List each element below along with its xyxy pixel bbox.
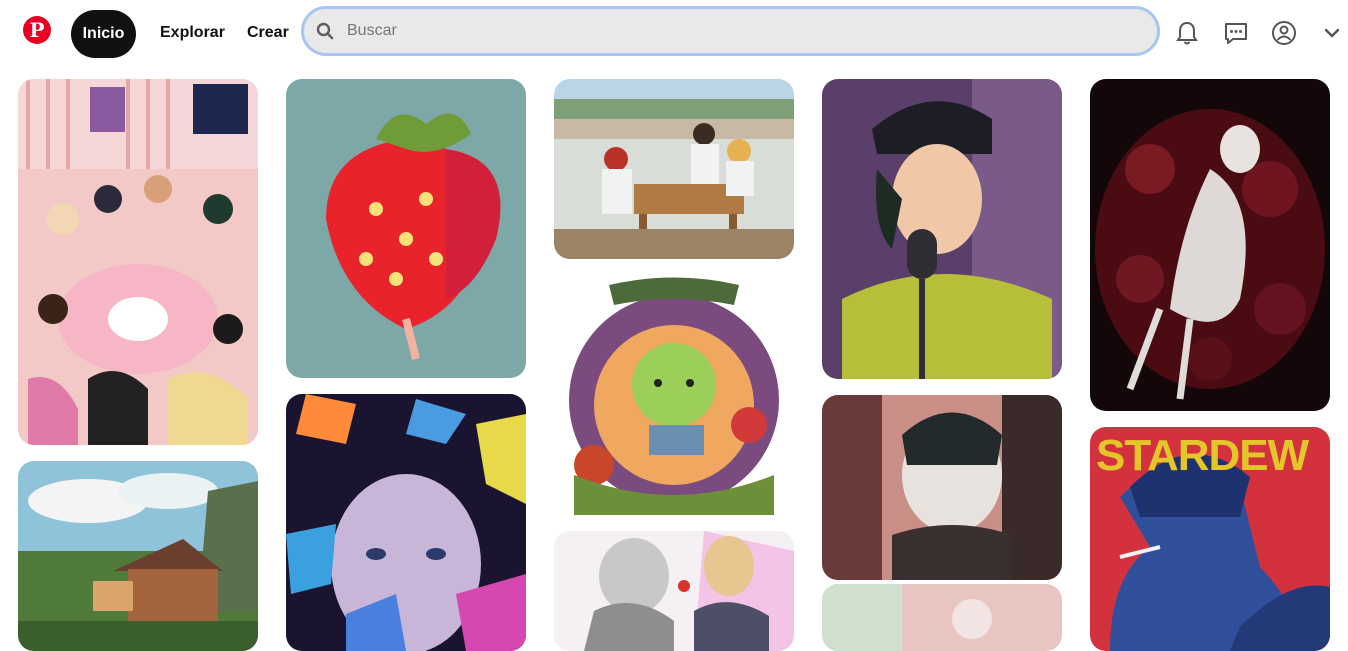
pin-image (822, 584, 1062, 651)
pin-image (554, 79, 794, 259)
pin-party-illustration[interactable] (18, 79, 258, 445)
pin-eyepatch-portrait[interactable] (822, 395, 1062, 580)
pin-title-stardew: STARDEW (1096, 431, 1309, 480)
pin-couple-sketch[interactable] (554, 531, 794, 651)
pin-image (822, 79, 1062, 379)
pin-singer-portrait[interactable] (822, 79, 1062, 379)
nav-home-button[interactable]: Inicio (71, 10, 136, 58)
pin-pastel-scene[interactable] (822, 584, 1062, 651)
profile-icon[interactable] (1270, 19, 1298, 47)
search-bar[interactable] (301, 6, 1160, 56)
chevron-down-icon[interactable] (1318, 19, 1346, 47)
pin-image (286, 394, 526, 651)
pin-image (554, 531, 794, 651)
pin-image (1090, 79, 1330, 411)
pin-image (554, 275, 794, 515)
pin-image (286, 79, 526, 378)
search-input[interactable] (345, 21, 1129, 41)
pin-cabin-landscape[interactable] (18, 461, 258, 651)
nav-explore-link[interactable]: Explorar (160, 24, 225, 42)
nav-create-link[interactable]: Crear (247, 24, 289, 42)
pin-apple-character[interactable] (554, 275, 794, 515)
pinterest-logo-icon[interactable]: P (23, 16, 51, 44)
top-bar: P Inicio Explorar Crear (0, 0, 1348, 70)
pin-strawberry-art[interactable] (286, 79, 526, 378)
bell-icon[interactable] (1173, 19, 1201, 47)
pin-butterfly-portrait[interactable] (286, 394, 526, 651)
pin-image (822, 395, 1062, 580)
pin-roses-figure[interactable] (1090, 79, 1330, 411)
pin-rooftop-lunch[interactable] (554, 79, 794, 259)
pin-image (18, 79, 258, 445)
pin-stardew-poster[interactable]: STARDEW (1090, 427, 1330, 651)
message-icon[interactable] (1222, 19, 1250, 47)
pin-image (18, 461, 258, 651)
search-icon (315, 21, 335, 41)
